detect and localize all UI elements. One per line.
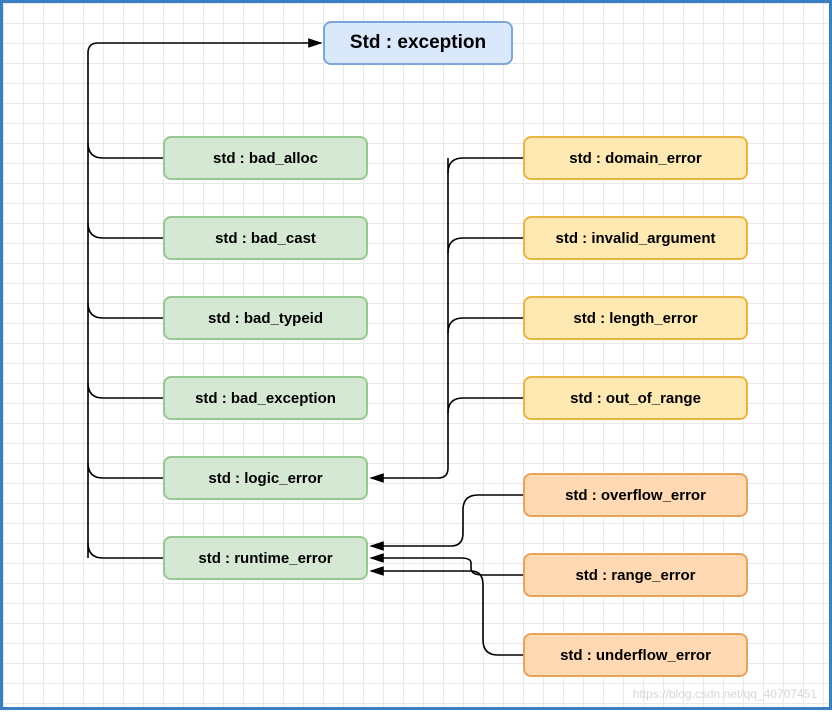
node-domain-error: std : domain_error bbox=[523, 136, 748, 180]
node-bad-alloc: std : bad_alloc bbox=[163, 136, 368, 180]
node-logic-error: std : logic_error bbox=[163, 456, 368, 500]
connector-lines bbox=[3, 3, 832, 713]
node-range-error: std : range_error bbox=[523, 553, 748, 597]
node-out-of-range: std : out_of_range bbox=[523, 376, 748, 420]
node-invalid-argument: std : invalid_argument bbox=[523, 216, 748, 260]
node-bad-typeid: std : bad_typeid bbox=[163, 296, 368, 340]
node-bad-cast: std : bad_cast bbox=[163, 216, 368, 260]
node-bad-exception: std : bad_exception bbox=[163, 376, 368, 420]
node-overflow-error: std : overflow_error bbox=[523, 473, 748, 517]
node-runtime-error: std : runtime_error bbox=[163, 536, 368, 580]
node-exception: Std : exception bbox=[323, 21, 513, 65]
node-underflow-error: std : underflow_error bbox=[523, 633, 748, 677]
watermark-text: https://blog.csdn.net/qq_40707451 bbox=[633, 687, 817, 701]
diagram-canvas: Std : exception std : bad_alloc std : ba… bbox=[0, 0, 832, 710]
node-length-error: std : length_error bbox=[523, 296, 748, 340]
